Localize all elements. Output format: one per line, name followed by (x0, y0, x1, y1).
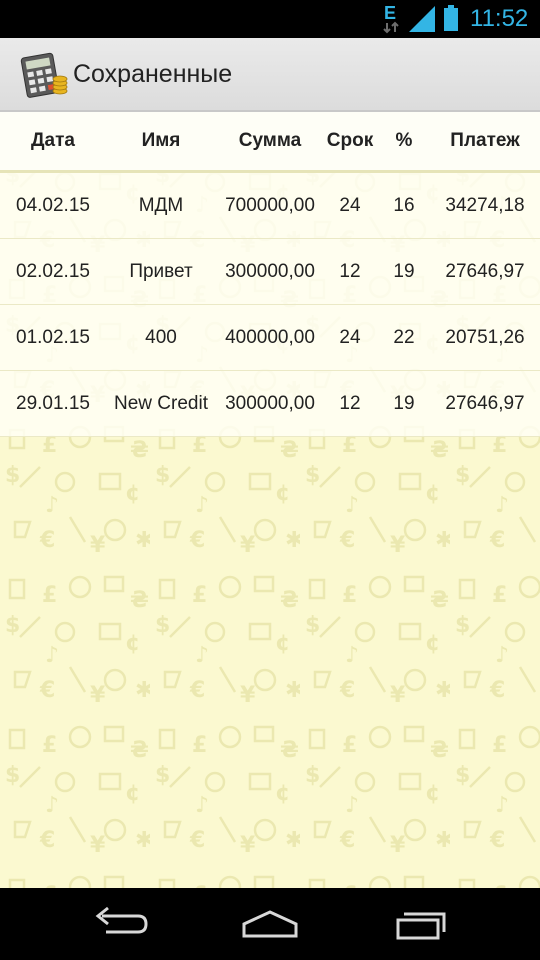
back-icon[interactable] (80, 904, 160, 944)
cell-payment: 27646,97 (445, 261, 525, 282)
cell-percent: 19 (393, 261, 415, 282)
cell-term: 24 (339, 195, 361, 216)
cell-payment: 20751,26 (445, 327, 525, 348)
data-activity-icon: E (383, 3, 399, 34)
column-header-term[interactable]: Срок (323, 112, 377, 170)
cell-percent: 19 (393, 393, 415, 414)
table-header: Дата Имя Сумма Срок % Платеж (0, 112, 540, 173)
cell-sum: 300000,00 (225, 393, 315, 414)
home-icon[interactable] (230, 904, 310, 944)
cell-sum: 400000,00 (225, 327, 315, 348)
cell-term: 24 (339, 327, 361, 348)
cell-term: 12 (339, 393, 361, 414)
column-header-date[interactable]: Дата (4, 112, 102, 170)
recent-apps-icon[interactable] (380, 904, 460, 944)
network-type-label: E (384, 3, 396, 23)
table-row[interactable]: 01.02.15 400 400000,00 24 22 20751,26 (0, 305, 540, 371)
column-header-sum[interactable]: Сумма (216, 112, 324, 170)
status-clock: 11:52 (470, 5, 529, 32)
battery-icon (444, 5, 458, 31)
cell-percent: 22 (393, 327, 415, 348)
cell-name: 400 (145, 327, 177, 348)
signal-icon (409, 6, 435, 32)
table-row[interactable]: 02.02.15 Привет 300000,00 12 19 27646,97 (0, 239, 540, 305)
cell-sum: 700000,00 (225, 195, 315, 216)
action-bar: Сохраненные (0, 38, 540, 112)
table-body: 04.02.15 МДМ 700000,00 24 16 34274,18 02… (0, 173, 540, 437)
column-header-payment[interactable]: Платеж (430, 112, 540, 170)
column-header-percent[interactable]: % (381, 112, 427, 170)
table-row[interactable]: 29.01.15 New Credit 300000,00 12 19 2764… (0, 371, 540, 437)
status-bar: E 11:52 (0, 0, 540, 38)
cell-date: 29.01.15 (16, 393, 90, 414)
cell-date: 02.02.15 (16, 261, 90, 282)
cell-name: Привет (129, 261, 193, 282)
navigation-bar (0, 888, 540, 960)
table-row[interactable]: 04.02.15 МДМ 700000,00 24 16 34274,18 (0, 173, 540, 239)
cell-percent: 16 (393, 195, 415, 216)
cell-date: 04.02.15 (16, 195, 90, 216)
cell-date: 01.02.15 (16, 327, 90, 348)
cell-payment: 27646,97 (445, 393, 525, 414)
cell-name: МДМ (138, 195, 184, 216)
cell-term: 12 (339, 261, 361, 282)
cell-payment: 34274,18 (445, 195, 525, 216)
calculator-app-icon[interactable] (20, 51, 68, 99)
saved-calculations-list: £ ₴ $ ¢ € ¥ ♪ ✱ Дата Имя Сумма Срок % Пл… (0, 112, 540, 888)
cell-sum: 300000,00 (225, 261, 315, 282)
page-title: Сохраненные (73, 60, 233, 88)
cell-name: New Credit (114, 393, 208, 414)
column-header-name[interactable]: Имя (104, 112, 218, 170)
